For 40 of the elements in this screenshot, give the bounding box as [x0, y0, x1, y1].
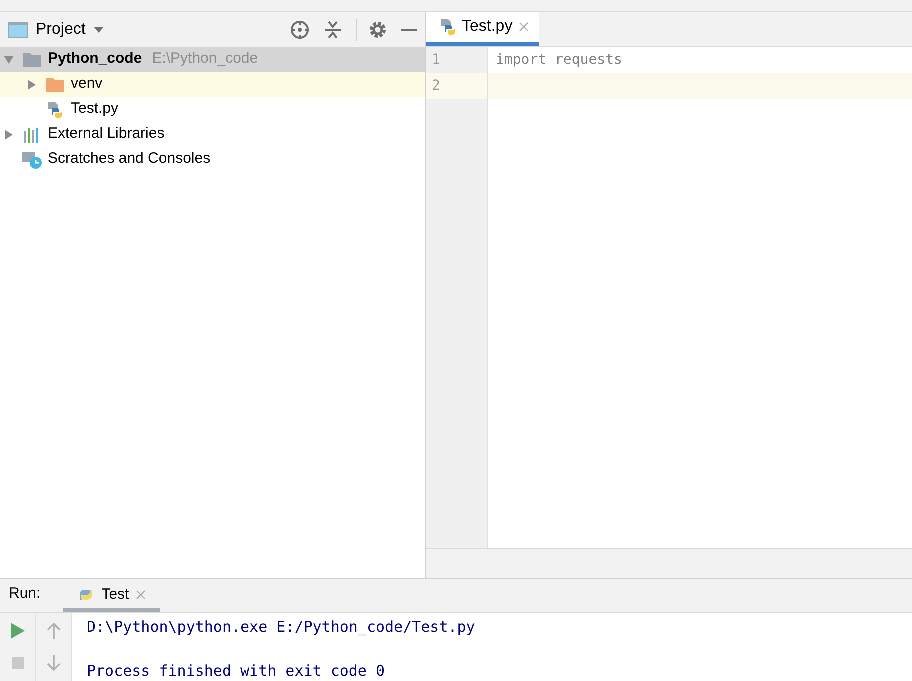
folder-icon	[46, 78, 64, 92]
editor-tab[interactable]: Test.py	[426, 12, 539, 46]
project-view-dropdown[interactable]: Project	[36, 18, 104, 42]
collapse-all-icon[interactable]	[324, 20, 342, 38]
line-number: 2	[432, 76, 440, 96]
tree-item-label: venv	[71, 74, 103, 94]
code-text: import requests	[496, 50, 622, 70]
tab-label: Test.py	[462, 17, 513, 37]
collapsed-arrow-icon[interactable]	[27, 80, 37, 90]
run-label: Run:	[8, 584, 42, 604]
tree-item-label: External Libraries	[48, 124, 165, 144]
minimize-icon[interactable]	[401, 28, 417, 32]
library-books-icon	[23, 126, 41, 142]
close-icon[interactable]	[136, 590, 146, 600]
expanded-arrow-icon[interactable]	[4, 54, 14, 64]
code-editor[interactable]: 1 2 import requests	[426, 47, 912, 549]
run-icon[interactable]	[10, 623, 24, 639]
console-clock-icon	[22, 150, 42, 168]
tree-item-label: Test.py	[71, 99, 119, 120]
tree-item-label: Python_code	[48, 49, 142, 70]
python-file-icon	[47, 100, 63, 118]
window-icon	[8, 22, 28, 38]
caret-icon	[94, 26, 104, 32]
tab-label: Test	[102, 584, 130, 605]
console-command: D:\Python\python.exe E:/Python_code/Test.py	[87, 616, 476, 638]
folder-icon	[23, 52, 41, 66]
python-file-icon	[440, 18, 456, 36]
tree-row[interactable]: venv	[0, 72, 425, 97]
tree-row[interactable]: Python_code E:\Python_code	[0, 47, 425, 72]
console-exit-message: Process finished with exit code 0	[87, 660, 386, 681]
up-arrow-icon[interactable]	[46, 623, 60, 639]
collapsed-arrow-icon[interactable]	[4, 130, 14, 140]
down-arrow-icon[interactable]	[46, 655, 60, 671]
line-number: 1	[432, 50, 440, 70]
settings-icon[interactable]	[369, 20, 387, 38]
stop-icon[interactable]	[12, 657, 24, 669]
path-label: E:\Python_code	[152, 49, 258, 70]
close-icon[interactable]	[518, 22, 529, 32]
tree-item-label: Scratches and Consoles	[48, 149, 211, 170]
target-icon[interactable]	[290, 20, 310, 40]
